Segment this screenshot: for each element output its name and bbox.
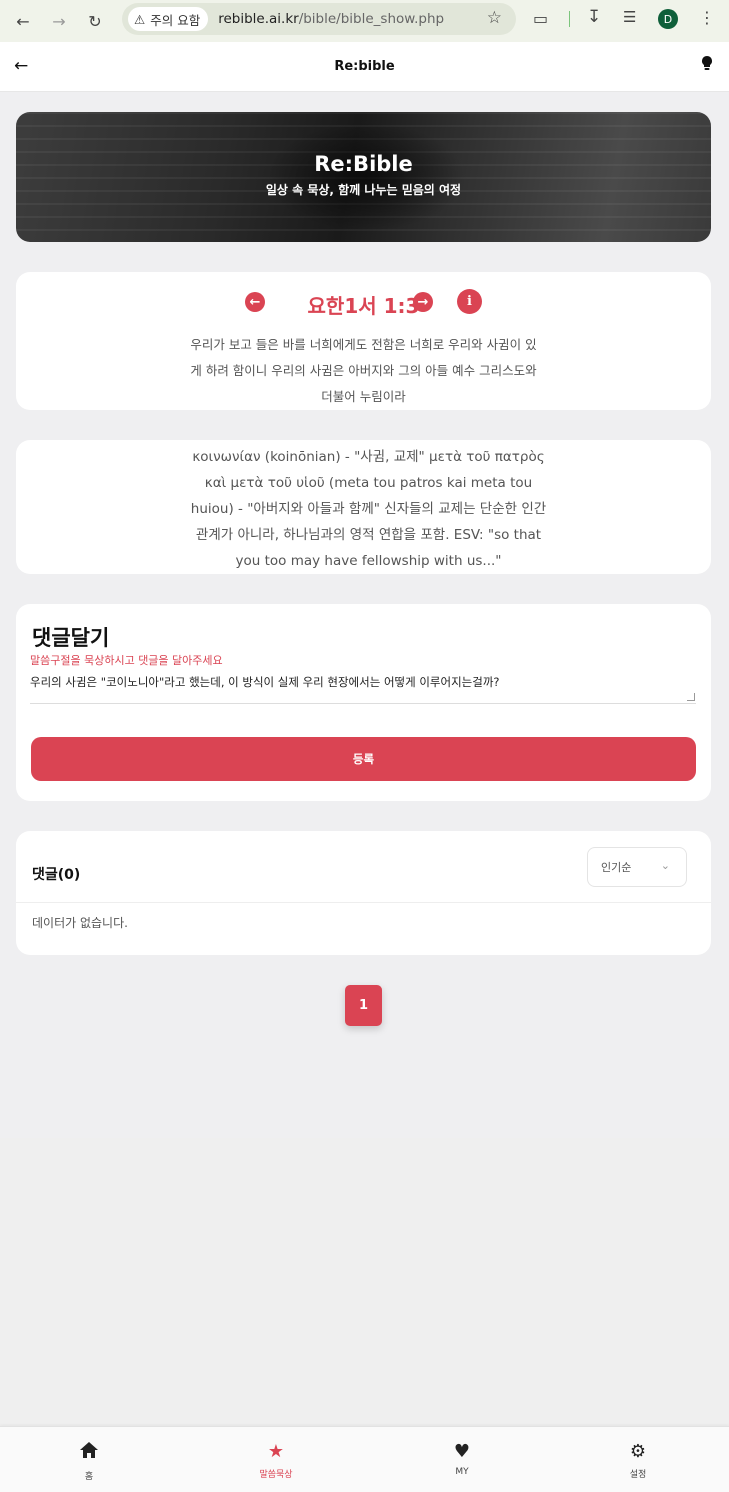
url-path: /bible/bible_show.php	[298, 11, 445, 27]
submit-comment-button[interactable]: 등록	[31, 737, 696, 781]
previous-verse-icon[interactable]: ←	[245, 292, 265, 312]
separator	[569, 11, 570, 27]
page-button-current[interactable]: 1	[345, 985, 382, 1026]
nav-label-settings: 설정	[629, 1470, 647, 1480]
browser-menu-icon[interactable]: ⋮	[699, 8, 715, 27]
divider	[16, 902, 711, 903]
hero-banner: Re:Bible 일상 속 묵상, 함께 나누는 믿음의 여정	[16, 112, 711, 242]
sort-selected-value: 인기순	[601, 861, 632, 874]
browser-forward-icon[interactable]: →	[47, 9, 71, 33]
star-icon: ★	[267, 1441, 285, 1462]
verse-header: 요한1서 1:3 ← → i	[16, 289, 711, 318]
address-bar[interactable]: ⚠ 주의 요함 rebible.ai.kr/bible/bible_show.p…	[122, 3, 516, 35]
textarea-resize-handle[interactable]	[687, 693, 695, 701]
nav-label-my: MY	[455, 1467, 469, 1477]
url-host: rebible.ai.kr	[218, 11, 299, 27]
info-icon[interactable]: i	[457, 289, 482, 314]
commentary-text: κοινωνίαν (koinōnian) - "사귐, 교제" μετὰ το…	[190, 449, 547, 569]
app-header: ← Re:bible	[0, 42, 729, 92]
page-bottom-area	[0, 1138, 729, 1426]
nav-label-home: 홈	[84, 1472, 94, 1482]
chevron-down-icon: ⌄	[660, 859, 670, 872]
comment-form-card: 댓글달기 말씀구절을 묵상하시고 댓글을 달아주세요 우리의 사귐은 "코이노니…	[16, 604, 711, 801]
security-warning-label: 주의 요함	[150, 12, 201, 28]
browser-toolbar: ← → ↻ ⚠ 주의 요함 rebible.ai.kr/bible/bible_…	[0, 0, 729, 42]
verse-text: 우리가 보고 들은 바를 너희에게도 전함은 너희로 우리와 사귐이 있게 하려…	[190, 337, 537, 404]
media-playlist-icon[interactable]: ☰	[623, 8, 636, 26]
lightbulb-icon[interactable]	[701, 56, 713, 74]
download-icon[interactable]: ↧	[587, 7, 601, 27]
empty-message: 데이터가 없습니다.	[32, 916, 128, 930]
verse-reference: 요한1서 1:3	[307, 294, 420, 318]
comment-form-hint: 말씀구절을 묵상하시고 댓글을 달아주세요	[30, 654, 223, 667]
comment-input[interactable]: 우리의 사귐은 "코이노니아"라고 했는데, 이 방식이 실제 우리 현장에서는…	[30, 672, 696, 704]
next-verse-icon[interactable]: →	[413, 292, 433, 312]
nav-item-home[interactable]: 홈	[49, 1441, 129, 1482]
browser-reload-icon[interactable]: ↻	[83, 9, 107, 33]
comments-card: 댓글(0) 인기순 ⌄ 데이터가 없습니다.	[16, 831, 711, 955]
extensions-icon[interactable]: ▭	[533, 9, 548, 28]
gear-icon: ⚙	[629, 1441, 647, 1462]
banner-title: Re:Bible	[314, 152, 413, 176]
home-icon	[49, 1441, 129, 1465]
bottom-navigation: 홈 ★ 말씀묵상 ♥ MY ⚙ 설정	[0, 1426, 729, 1492]
nav-item-settings[interactable]: ⚙ 설정	[598, 1441, 678, 1480]
commentary-card: κοινωνίαν (koinōnian) - "사귐, 교제" μετὰ το…	[16, 440, 711, 574]
banner-subtitle: 일상 속 묵상, 함께 나누는 믿음의 여정	[265, 183, 462, 197]
page-title: Re:bible	[334, 59, 395, 74]
warning-icon: ⚠	[134, 11, 146, 27]
comment-form-title: 댓글달기	[32, 626, 110, 650]
nav-item-my[interactable]: ♥ MY	[422, 1441, 502, 1477]
browser-back-icon[interactable]: ←	[11, 9, 35, 33]
bookmark-star-icon[interactable]: ☆	[487, 8, 502, 28]
url-text[interactable]: rebible.ai.kr/bible/bible_show.php	[218, 11, 444, 27]
banner-image-shade	[266, 122, 466, 232]
security-warning-chip[interactable]: ⚠ 주의 요함	[128, 7, 209, 31]
nav-item-meditation[interactable]: ★ 말씀묵상	[236, 1441, 316, 1480]
sort-select[interactable]: 인기순 ⌄	[587, 847, 687, 887]
comments-title: 댓글(0)	[32, 867, 81, 883]
profile-avatar[interactable]: D	[658, 9, 678, 29]
heart-icon: ♥	[453, 1441, 471, 1462]
nav-label-meditation: 말씀묵상	[259, 1470, 293, 1480]
verse-card: 요한1서 1:3 ← → i 우리가 보고 들은 바를 너희에게도 전함은 너희…	[16, 272, 711, 410]
